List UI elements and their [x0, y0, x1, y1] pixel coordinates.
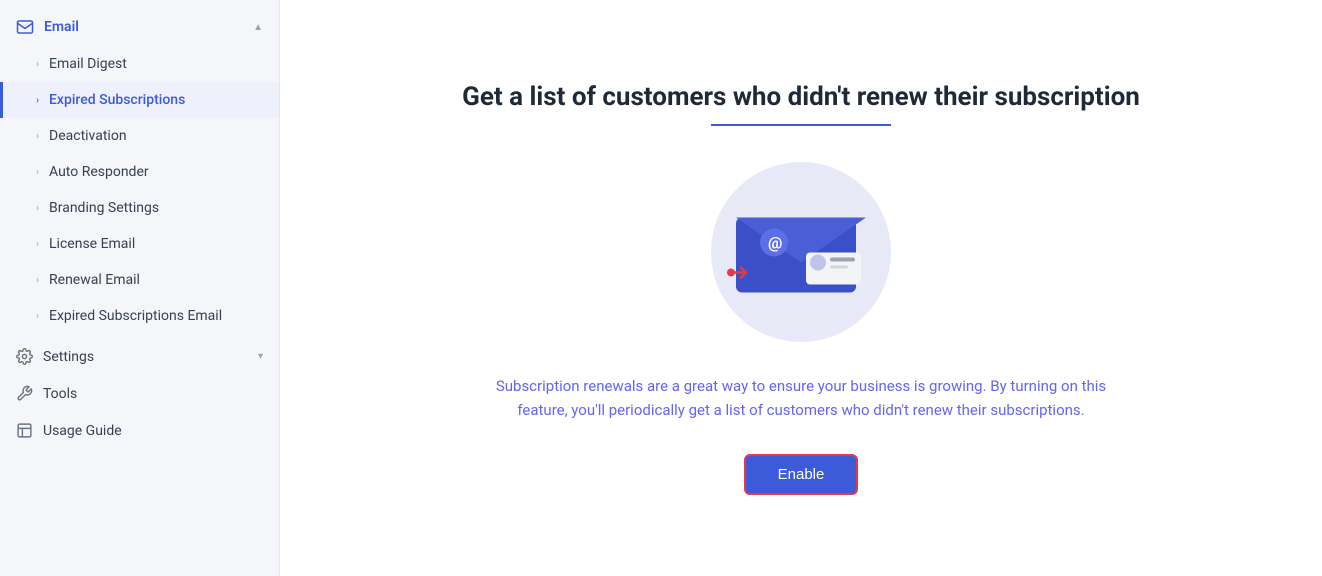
main-content: Get a list of customers who didn't renew… — [280, 0, 1322, 576]
email-illustration: @ — [711, 162, 891, 342]
settings-label: Settings — [43, 349, 94, 365]
tools-icon — [16, 385, 33, 402]
sidebar-item-renewal-email[interactable]: › Renewal Email — [0, 262, 279, 298]
svg-text:@: @ — [768, 233, 782, 252]
settings-icon — [16, 348, 33, 365]
envelope-illustration-svg: @ — [726, 197, 876, 302]
settings-expand-icon: ▾ — [258, 351, 263, 362]
sidebar-item-deactivation[interactable]: › Deactivation — [0, 118, 279, 154]
sidebar-item-expired-subscriptions[interactable]: › Expired Subscriptions — [0, 82, 279, 118]
sidebar-item-label: Expired Subscriptions — [49, 92, 185, 108]
sidebar-item-settings[interactable]: Settings ▾ — [0, 338, 279, 375]
enable-button[interactable]: Enable — [744, 454, 859, 495]
branding-settings-chevron-icon: › — [36, 203, 39, 214]
sidebar-item-label: Deactivation — [49, 128, 127, 144]
sidebar-item-label: Email Digest — [49, 56, 127, 72]
sidebar-item-usage-guide[interactable]: Usage Guide — [0, 412, 279, 449]
description-text: Subscription renewals are a great way to… — [481, 374, 1121, 422]
license-email-chevron-icon: › — [36, 239, 39, 250]
sidebar-item-label: Auto Responder — [49, 164, 149, 180]
sidebar-item-tools[interactable]: Tools — [0, 375, 279, 412]
red-arrow-icon — [0, 91, 1, 109]
sidebar-item-label: Renewal Email — [49, 272, 140, 288]
page-title: Get a list of customers who didn't renew… — [462, 82, 1140, 112]
sidebar-item-branding-settings[interactable]: › Branding Settings — [0, 190, 279, 226]
title-underline — [711, 124, 891, 126]
usage-guide-icon — [16, 422, 33, 439]
sidebar-item-expired-subscriptions-email[interactable]: › Expired Subscriptions Email — [0, 298, 279, 334]
tools-label: Tools — [43, 386, 77, 402]
sidebar-item-label: Branding Settings — [49, 200, 159, 216]
sidebar-section-email-label: Email — [44, 19, 79, 35]
email-digest-chevron-icon: › — [36, 59, 39, 70]
sidebar-item-label: Expired Subscriptions Email — [49, 308, 222, 324]
sidebar-item-license-email[interactable]: › License Email — [0, 226, 279, 262]
expired-subscriptions-email-chevron-icon: › — [36, 311, 39, 322]
sidebar-item-auto-responder[interactable]: › Auto Responder — [0, 154, 279, 190]
sidebar-section-email[interactable]: Email ▲ — [0, 8, 279, 46]
sidebar-item-email-digest[interactable]: › Email Digest — [0, 46, 279, 82]
expired-subscriptions-chevron-icon: › — [36, 95, 39, 106]
email-subitems: › Email Digest › Expired Subscriptions ›… — [0, 46, 279, 334]
email-section-icon — [16, 18, 34, 36]
sidebar-item-label: License Email — [49, 236, 135, 252]
usage-guide-label: Usage Guide — [43, 423, 122, 439]
email-section-chevron-icon: ▲ — [253, 22, 263, 33]
deactivation-chevron-icon: › — [36, 131, 39, 142]
renewal-email-chevron-icon: › — [36, 275, 39, 286]
envelope-wrap: @ — [726, 197, 876, 306]
sidebar: Email ▲ › Email Digest › Expired Subscri… — [0, 0, 280, 576]
auto-responder-chevron-icon: › — [36, 167, 39, 178]
